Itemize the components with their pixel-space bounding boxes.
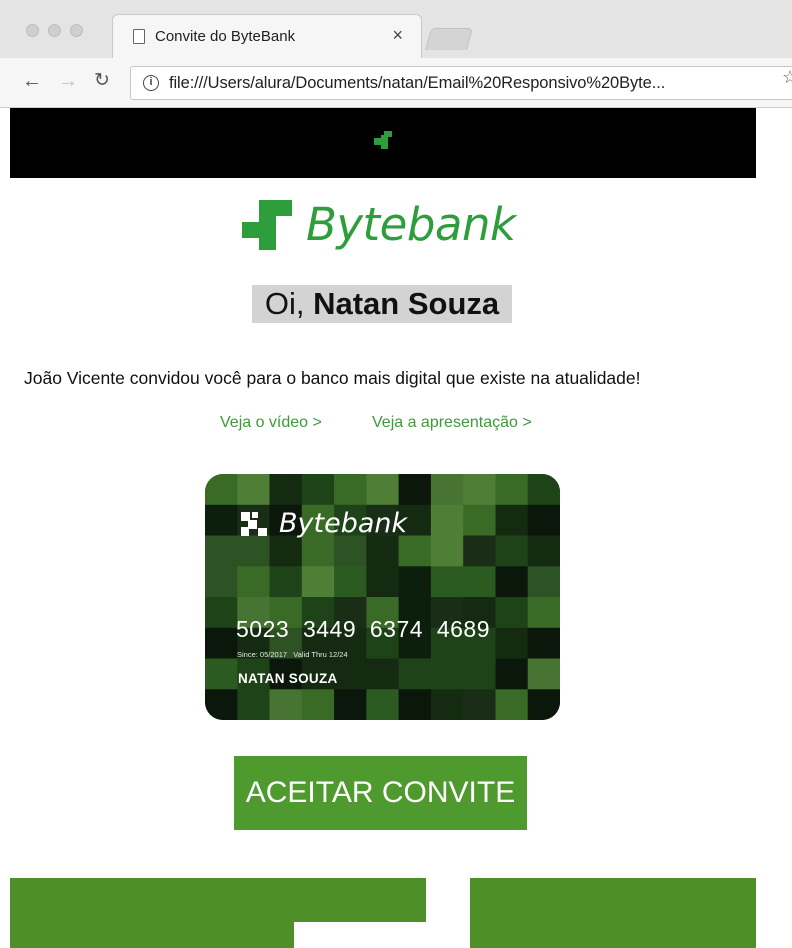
star-icon[interactable]: ☆ [782,67,792,88]
tab-title: Convite do ByteBank [155,28,296,45]
footer-notch [294,922,426,948]
accept-invite-button[interactable]: ACEITAR CONVITE [234,756,527,830]
forward-arrow-icon[interactable]: → [58,70,78,92]
bytebank-logo-icon [374,131,392,149]
greeting-name: Natan Souza [313,286,500,321]
credit-card-image: Bytebank 5023 3449 6374 4689 Since: 05/2… [205,474,560,720]
page-icon [133,29,145,44]
bytebank-logo-icon [241,512,267,536]
new-tab-button[interactable] [425,28,473,50]
browser-tab[interactable]: Convite do ByteBank × [112,14,422,58]
reload-icon[interactable]: ↻ [94,70,110,92]
footer-banner-right [470,878,756,948]
card-number: 5023 3449 6374 4689 [236,616,491,642]
view-presentation-link[interactable]: Veja a apresentação > [372,414,532,432]
address-bar[interactable]: i file:///Users/alura/Documents/natan/Em… [130,66,792,100]
invite-text: João Vicente convidou você para o banco … [24,368,641,388]
browser-toolbar: ← → ↻ i file:///Users/alura/Documents/na… [0,58,792,108]
window-minimize-button[interactable] [48,24,61,37]
greeting: Oi, Natan Souza [252,285,512,323]
url-text[interactable]: file:///Users/alura/Documents/natan/Emai… [169,74,665,93]
greeting-prefix: Oi, [264,286,314,321]
card-dates: Since: 05/2017 Valid Thru 12/24 [237,650,348,659]
bytebank-logo-icon [242,200,292,250]
info-icon[interactable]: i [143,75,159,91]
brand-name: Bytebank [306,198,516,251]
window-maximize-button[interactable] [70,24,83,37]
card-brand: Bytebank [279,508,408,539]
back-arrow-icon[interactable]: ← [22,70,42,92]
window-close-button[interactable] [26,24,39,37]
card-holder-name: NATAN SOUZA [238,671,338,686]
footer-banner-left [10,878,426,948]
tab-bar: Convite do ByteBank × [0,0,792,58]
header-band [10,108,756,178]
tab-close-icon[interactable]: × [392,25,403,45]
watch-video-link[interactable]: Veja o vídeo > [220,414,322,432]
